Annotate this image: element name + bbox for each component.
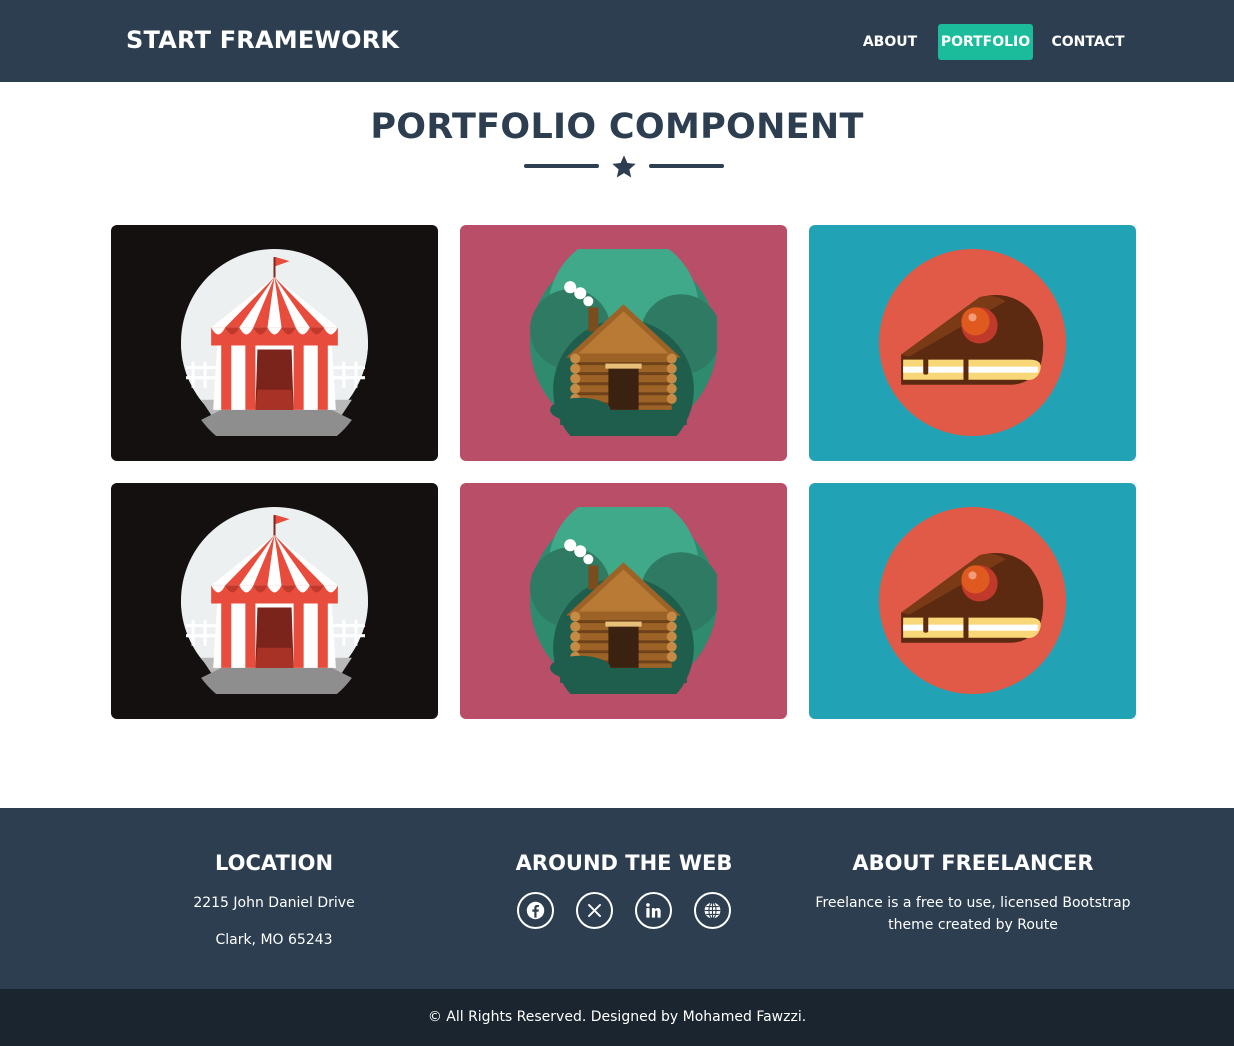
log-cabin-image bbox=[530, 507, 717, 694]
circus-tent-image bbox=[181, 249, 368, 436]
facebook-icon[interactable] bbox=[517, 892, 554, 929]
about-text-line-2: theme created by Route bbox=[888, 917, 1058, 933]
about-freelancer-heading: ABOUT FREELANCER bbox=[852, 851, 1094, 875]
around-the-web-heading: AROUND THE WEB bbox=[515, 851, 733, 875]
portfolio-item[interactable] bbox=[809, 225, 1136, 461]
portfolio-item[interactable] bbox=[460, 225, 787, 461]
cake-slice-image bbox=[879, 507, 1066, 694]
address-line-2: Clark, MO 65243 bbox=[215, 932, 333, 948]
divider-line-left bbox=[524, 164, 599, 168]
nav-link-contact[interactable]: CONTACT bbox=[1046, 24, 1130, 60]
about-text-line-1: Freelance is a free to use, licensed Boo… bbox=[815, 895, 1131, 911]
portfolio-item[interactable] bbox=[809, 483, 1136, 719]
location-heading: LOCATION bbox=[214, 851, 334, 875]
page-title: PORTFOLIO COMPONENT bbox=[370, 107, 864, 147]
nav-link-portfolio[interactable]: PORTFOLIO bbox=[938, 24, 1033, 60]
navbar: START FRAMEWORK ABOUT PORTFOLIO CONTACT bbox=[0, 0, 1234, 82]
portfolio-item[interactable] bbox=[111, 483, 438, 719]
divider-line-right bbox=[649, 164, 724, 168]
nav-link-about[interactable]: ABOUT bbox=[856, 24, 924, 60]
log-cabin-image bbox=[530, 249, 717, 436]
linkedin-icon[interactable] bbox=[635, 892, 672, 929]
portfolio-item[interactable] bbox=[111, 225, 438, 461]
x-icon[interactable] bbox=[576, 892, 613, 929]
brand-logo[interactable]: START FRAMEWORK bbox=[126, 26, 399, 54]
footer: LOCATION 2215 John Daniel Drive Clark, M… bbox=[0, 808, 1234, 989]
cake-slice-image bbox=[879, 249, 1066, 436]
portfolio-item[interactable] bbox=[460, 483, 787, 719]
copyright-bar: © All Rights Reserved. Designed by Moham… bbox=[0, 989, 1234, 1046]
globe-icon[interactable] bbox=[694, 892, 731, 929]
star-icon bbox=[612, 155, 636, 178]
address-line-1: 2215 John Daniel Drive bbox=[193, 895, 355, 911]
circus-tent-image bbox=[181, 507, 368, 694]
